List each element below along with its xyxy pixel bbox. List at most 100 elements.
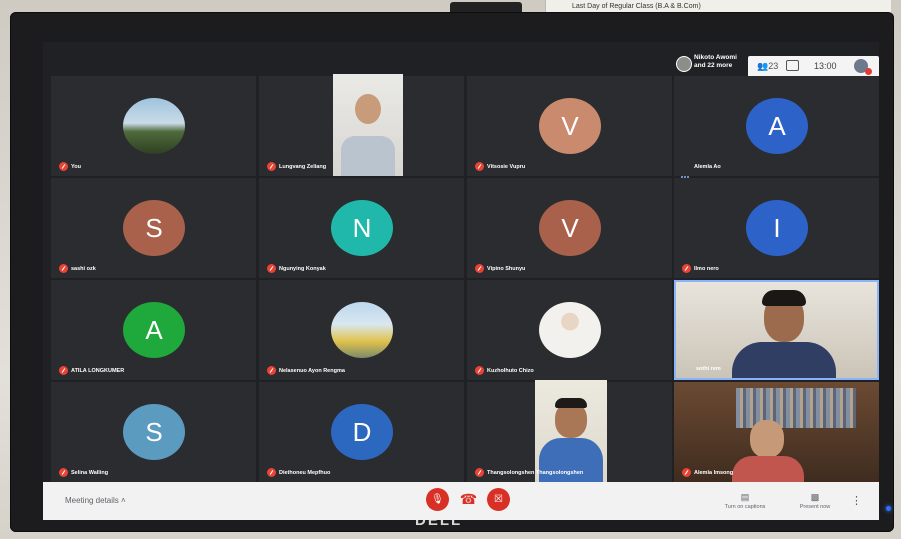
more-options-icon[interactable]: ⋮ (851, 494, 862, 507)
muted-mic-icon (682, 264, 691, 273)
people-icon: 👥 (757, 61, 769, 71)
meet-screen: Nikoto Awomi and 22 more 👥23 13:00 You L… (43, 42, 879, 520)
initial-avatar: A (123, 302, 185, 358)
host-more: and 22 more (694, 62, 733, 69)
host-info: Nikoto Awomi and 22 more (694, 54, 737, 70)
initial-avatar: I (746, 200, 808, 256)
participant-tile[interactable]: N Ngunying Konyak (259, 178, 464, 278)
participant-name: Ngunying Konyak (279, 266, 326, 272)
participant-video (333, 74, 403, 176)
participant-video (676, 282, 877, 378)
people-count: 23 (768, 61, 779, 71)
muted-mic-icon (267, 366, 276, 375)
initial-avatar: S (123, 404, 185, 460)
participant-tile[interactable]: Alemla Imsong (674, 382, 879, 482)
chevron-up-icon: ˄ (121, 496, 126, 505)
participant-tile-active-speaker[interactable]: sothi rem (674, 280, 879, 380)
initial-avatar: V (539, 98, 601, 154)
participant-tile[interactable]: V Vipino Shunyu (467, 178, 672, 278)
power-led (886, 506, 891, 511)
hair-shape (555, 398, 587, 408)
face-shape (355, 94, 381, 124)
participant-name: Nelasenuo Ayon Rengma (279, 368, 345, 374)
muted-mic-icon (267, 162, 276, 171)
face-shape (750, 420, 784, 458)
camera-off-button[interactable]: ☒ (487, 488, 510, 511)
participant-tile[interactable]: A Alemla Ao (674, 76, 879, 178)
participant-tile[interactable]: I Ilmo nero (674, 178, 879, 278)
meeting-details-label: Meeting details (65, 496, 119, 505)
participant-tile[interactable]: Lungvang Zeliang (259, 74, 464, 176)
muted-mic-icon (475, 264, 484, 273)
present-icon: ▩ (810, 492, 820, 502)
participant-name: sashi ozk (71, 266, 96, 272)
participant-video (674, 382, 879, 482)
hang-up-icon: ☎ (459, 491, 478, 507)
participant-tile[interactable]: S sashi ozk (51, 178, 256, 278)
muted-mic-icon (475, 366, 484, 375)
captions-icon: ▤ (740, 492, 750, 502)
muted-mic-icon (475, 162, 484, 171)
monitor: DELL Nikoto Awomi and 22 more 👥23 13:00 (10, 12, 894, 532)
shirt-shape (341, 136, 395, 176)
participant-video (535, 380, 607, 482)
participant-tile[interactable]: V Vitsosie Vupru (467, 76, 672, 176)
participant-tile[interactable]: D Diethoneu Mepfhuo (259, 382, 464, 482)
shirt-shape (732, 456, 804, 482)
participant-name: sothi rem (696, 366, 721, 372)
shirt-shape (732, 342, 836, 378)
muted-mic-icon (682, 468, 691, 477)
participant-tile[interactable]: Nelasenuo Ayon Rengma (259, 280, 464, 380)
participant-name: ATILA LONGKUMER (71, 368, 125, 374)
host-name: Nikoto Awomi (694, 54, 737, 61)
photo-avatar (331, 302, 393, 358)
participant-name: You (71, 164, 81, 170)
landscape-avatar (123, 98, 185, 154)
mic-off-button[interactable]: 🎙 (426, 488, 449, 511)
participant-tile[interactable]: Thangsolongshen Thangsolongshen (467, 380, 672, 482)
muted-mic-icon (59, 162, 68, 171)
leave-call-button[interactable]: ☎ (457, 488, 480, 511)
people-button[interactable]: 👥23 (757, 61, 778, 72)
muted-mic-icon (267, 264, 276, 273)
meeting-details-button[interactable]: Meeting details ˄ (65, 496, 126, 505)
bottom-controls-bar: Meeting details ˄ 🎙 ☎ ☒ ▤ Turn on captio… (43, 482, 879, 520)
initial-avatar: V (539, 200, 601, 256)
present-now-button[interactable]: ▩ Present now (785, 492, 845, 510)
muted-mic-icon (59, 468, 68, 477)
top-bar: Nikoto Awomi and 22 more 👥23 13:00 (43, 42, 879, 78)
host-avatar (676, 56, 692, 72)
participant-tile[interactable]: S Selina Walling (51, 382, 256, 482)
participant-tile[interactable]: You (51, 76, 256, 176)
bookshelf-shape (736, 388, 856, 428)
speaking-indicator-icon (683, 367, 693, 380)
speaking-indicator-icon (681, 165, 691, 178)
chat-icon[interactable] (786, 60, 799, 71)
participant-name: Alemla Ao (694, 164, 721, 170)
mic-off-icon: 🎙 (431, 494, 444, 505)
participant-tile[interactable]: A ATILA LONGKUMER (51, 280, 256, 380)
participant-name: Selina Walling (71, 470, 109, 476)
captions-label: Turn on captions (724, 504, 766, 510)
camera-off-icon: ☒ (494, 494, 503, 505)
participant-name: Lungvang Zeliang (279, 164, 327, 170)
participant-tile[interactable]: Kuzholhuto Chizo (467, 280, 672, 380)
participant-name: Kuzholhuto Chizo (487, 368, 534, 374)
participant-name: Vitsosie Vupru (487, 164, 526, 170)
initial-avatar: A (746, 98, 808, 154)
initial-avatar: D (331, 404, 393, 460)
initial-avatar: N (331, 200, 393, 256)
hair-shape (762, 290, 806, 306)
initial-avatar: S (123, 200, 185, 256)
top-controls: 👥23 13:00 (748, 56, 879, 78)
wall-notice-text: Last Day of Regular Class (B.A & B.Com) (572, 3, 701, 10)
muted-mic-icon (59, 264, 68, 273)
participant-name: Thangsolongshen Thangsolongshen (487, 470, 584, 476)
muted-mic-icon (59, 366, 68, 375)
present-label: Present now (799, 504, 831, 510)
captions-button[interactable]: ▤ Turn on captions (715, 492, 775, 510)
participant-name: Alemla Imsong (694, 470, 734, 476)
muted-mic-icon (267, 468, 276, 477)
participant-name: Ilmo nero (694, 266, 719, 272)
notification-badge (865, 68, 872, 75)
